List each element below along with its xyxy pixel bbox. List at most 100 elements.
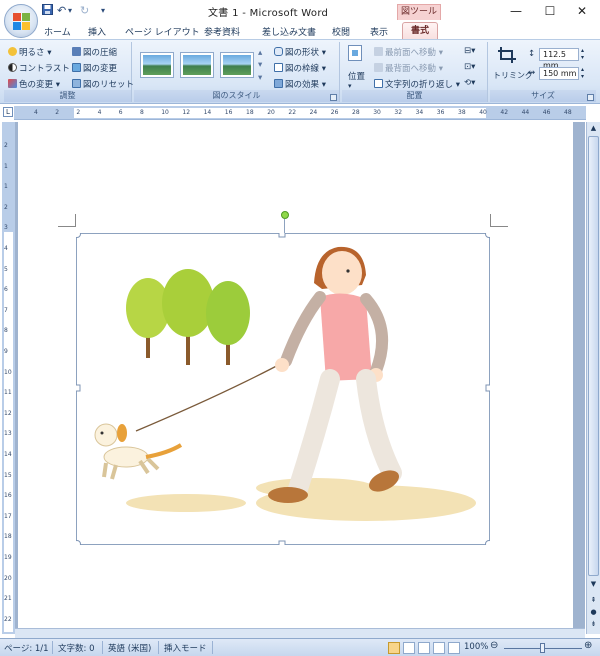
vertical-scrollbar[interactable]: ▲ ▼ ⇞ ● ⇟ — [586, 122, 600, 634]
previous-page-icon[interactable]: ⇞ — [588, 596, 599, 606]
save-icon[interactable] — [42, 4, 53, 18]
change-picture-button[interactable]: 図の変更 — [72, 62, 117, 74]
ruler-tick-label: 14 — [203, 109, 212, 116]
ruler-tick-label: 3 — [4, 224, 8, 232]
picture-style-2[interactable] — [180, 52, 214, 78]
width-input[interactable]: 150 mm — [539, 67, 579, 80]
ruler-tick-label: 2 — [55, 109, 60, 116]
rotation-handle-line — [284, 219, 285, 233]
office-button[interactable] — [4, 4, 38, 38]
contrast-label: コントラスト — [19, 64, 70, 74]
full-screen-view-icon[interactable] — [403, 642, 415, 654]
customize-qat-icon[interactable]: ▾ — [101, 6, 105, 15]
selected-picture[interactable] — [76, 233, 490, 545]
maximize-icon[interactable]: ☐ — [534, 0, 566, 22]
position-button[interactable]: 位置 — [348, 70, 365, 82]
recolor-label: 色の変更 — [19, 80, 54, 90]
size-dialog-launcher-icon[interactable] — [587, 94, 594, 101]
close-icon[interactable]: ✕ — [566, 0, 598, 22]
ruler-tick-label: 48 — [564, 109, 572, 116]
compress-pictures-button[interactable]: 図の圧縮 — [72, 46, 117, 58]
scroll-thumb[interactable] — [588, 136, 599, 576]
browse-object-icon[interactable]: ● — [588, 608, 599, 618]
styles-scroll-down-icon[interactable]: ▾ — [258, 60, 262, 70]
zoom-in-icon[interactable]: ⊕ — [584, 640, 592, 651]
tab-review[interactable]: 校閲 — [332, 25, 350, 38]
picture-effects-label: 図の効果 — [285, 80, 320, 90]
insert-mode[interactable]: 挿入モード — [164, 642, 207, 654]
tab-references[interactable]: 参考資料 — [204, 25, 240, 38]
recolor-button[interactable]: 色の変更 ▾ — [8, 78, 60, 90]
send-to-back-button[interactable]: 最背面へ移動 ▾ — [374, 62, 443, 74]
zoom-out-icon[interactable]: ⊖ — [490, 640, 498, 651]
picture-effects-button[interactable]: 図の効果 ▾ — [274, 78, 326, 90]
styles-dialog-launcher-icon[interactable] — [330, 94, 337, 101]
text-wrapping-button[interactable]: 文字列の折り返し ▾ — [374, 78, 460, 90]
send-back-icon — [374, 63, 383, 72]
reset-picture-icon — [72, 79, 81, 88]
picture-style-3[interactable] — [220, 52, 254, 78]
reset-picture-label: 図のリセット — [83, 80, 135, 90]
outline-view-icon[interactable] — [433, 642, 445, 654]
tab-home[interactable]: ホーム — [44, 25, 71, 38]
horizontal-scrollbar[interactable] — [15, 628, 585, 638]
web-layout-view-icon[interactable] — [418, 642, 430, 654]
rotation-handle[interactable] — [281, 211, 289, 219]
width-icon: ↔ — [528, 68, 536, 78]
word-count[interactable]: 文字数: 0 — [58, 642, 94, 654]
contrast-button[interactable]: コントラスト ▾ — [8, 62, 77, 74]
tab-insert[interactable]: 挿入 — [88, 25, 106, 38]
align-icon[interactable]: ⊟▾ — [464, 46, 475, 56]
size-group: トリミング ↕ 112.5 mm ▴ ▾ ↔ 150 mm ▴ ▾ サイズ — [490, 42, 596, 102]
page-count[interactable]: ページ: 1/1 — [4, 642, 49, 654]
ruler-tick-label: 7 — [4, 306, 8, 314]
crop-button[interactable]: トリミング — [493, 70, 533, 81]
height-input[interactable]: 112.5 mm — [539, 48, 579, 70]
ribbon: 明るさ ▾ コントラスト ▾ 色の変更 ▾ 図の圧縮 図の変更 図のリセット 調… — [0, 39, 600, 104]
tab-page-layout[interactable]: ページ レイアウト — [125, 25, 200, 38]
reset-picture-button[interactable]: 図のリセット — [72, 78, 134, 90]
window-title: 文書 1 - Microsoft Word — [208, 8, 329, 19]
next-page-icon[interactable]: ⇟ — [588, 620, 599, 630]
picture-border-button[interactable]: 図の枠線 ▾ — [274, 62, 326, 74]
group-icon[interactable]: ⊡▾ — [464, 62, 475, 72]
position-dropdown-icon[interactable]: ▾ — [348, 82, 352, 90]
height-spinner-icon[interactable]: ▴ ▾ — [581, 47, 584, 61]
ruler-tick-label: 9 — [4, 348, 8, 355]
redo-icon[interactable]: ↻ — [80, 4, 89, 17]
rotate-icon[interactable]: ⟲▾ — [464, 78, 475, 88]
ruler-tick-label: 8 — [140, 109, 144, 116]
ruler-tick-label: 6 — [118, 109, 123, 116]
styles-scroll-up-icon[interactable]: ▴ — [258, 48, 262, 58]
dog — [94, 423, 183, 480]
tab-view[interactable]: 表示 — [370, 25, 388, 38]
width-spinner-icon[interactable]: ▴ ▾ — [581, 66, 584, 80]
ruler-tick-label: 13 — [4, 430, 12, 438]
undo-dropdown-icon[interactable]: ▾ — [68, 6, 72, 15]
tab-selector[interactable]: L — [3, 107, 13, 117]
draft-view-icon[interactable] — [448, 642, 460, 654]
compress-label: 図の圧縮 — [83, 48, 118, 58]
picture-shape-button[interactable]: 図の形状 ▾ — [274, 46, 326, 58]
picture-style-1[interactable] — [140, 52, 174, 78]
ruler-tick-label: 22 — [4, 615, 12, 623]
minimize-icon[interactable]: — — [500, 0, 532, 22]
styles-more-icon[interactable]: ▾ — [258, 73, 262, 83]
zoom-level[interactable]: 100% — [464, 642, 488, 652]
picture-tools-context-title: 図ツール — [397, 4, 441, 20]
brightness-button[interactable]: 明るさ ▾ — [8, 46, 51, 58]
zoom-slider-thumb[interactable] — [540, 643, 545, 653]
undo-icon[interactable]: ↶ — [57, 4, 66, 17]
scroll-up-icon[interactable]: ▲ — [588, 124, 599, 134]
language[interactable]: 英語 (米国) — [108, 642, 151, 654]
picture-border-label: 図の枠線 — [285, 64, 320, 74]
print-layout-view-icon[interactable] — [388, 642, 400, 654]
crop-icon — [496, 47, 518, 63]
bring-front-icon — [374, 47, 383, 56]
scroll-down-icon[interactable]: ▼ — [588, 580, 599, 590]
bring-to-front-button[interactable]: 最前面へ移動 ▾ — [374, 46, 443, 58]
tab-format[interactable]: 書式 — [402, 22, 438, 40]
picture-shape-label: 図の形状 — [285, 48, 320, 58]
corner-mark-tl-h — [58, 226, 76, 227]
tab-mailings[interactable]: 差し込み文書 — [262, 25, 316, 38]
